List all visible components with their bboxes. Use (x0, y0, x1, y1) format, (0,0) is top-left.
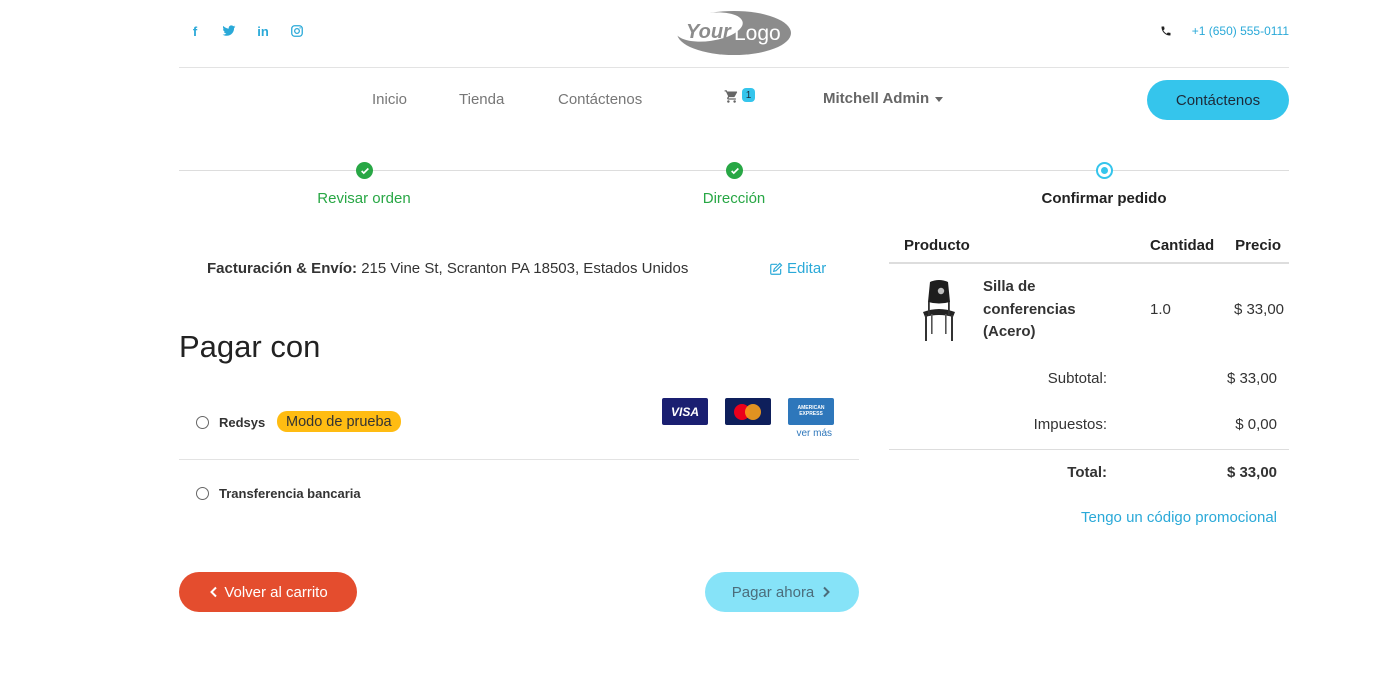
linkedin-icon[interactable]: in (255, 23, 271, 39)
product-qty: 1.0 (1150, 301, 1171, 318)
billing-label: Facturación & Envío: (207, 260, 358, 277)
product-price: $ 33,00 (1233, 301, 1284, 318)
edit-address-link[interactable]: Editar (769, 260, 826, 277)
billing-address: 215 Vine St, Scranton PA 18503, Estados … (361, 260, 689, 277)
col-header-qty: Cantidad (1150, 237, 1215, 254)
mastercard-icon (725, 398, 771, 425)
radio-redsys[interactable] (196, 416, 209, 429)
chevron-down-icon (935, 96, 944, 102)
logo-text-logo: Logo (734, 22, 781, 45)
cart-count-badge: 1 (742, 88, 755, 102)
step-revisar-orden[interactable]: Revisar orden (264, 190, 464, 207)
total-value: $ 33,00 (1226, 464, 1277, 481)
twitter-icon[interactable] (221, 23, 237, 39)
logo[interactable]: Your Logo (675, 10, 792, 56)
edit-label[interactable]: Editar (787, 260, 826, 277)
phone-number[interactable]: +1 (650) 555-0111 (1192, 24, 1289, 38)
step-confirmar-pedido: Confirmar pedido (1041, 190, 1167, 207)
card-icons: VISA AMERICAN EXPRESS (662, 398, 834, 425)
social-links: f in (187, 23, 305, 39)
radio-transfer[interactable] (196, 487, 209, 500)
chevron-left-icon (210, 586, 218, 598)
nav-item-inicio[interactable]: Inicio (372, 91, 407, 108)
taxes-value: $ 0,00 (1235, 416, 1277, 433)
phone-icon (1161, 26, 1171, 36)
cart-icon[interactable] (724, 89, 739, 109)
payment-divider (179, 459, 859, 460)
visa-icon: VISA (662, 398, 708, 425)
step-done-check-icon (726, 162, 743, 179)
phone-contact[interactable]: +1 (650) 555-0111 (1160, 24, 1289, 38)
step-direccion[interactable]: Dirección (634, 190, 834, 207)
promo-code-link[interactable]: Tengo un código promocional (1081, 509, 1277, 526)
billing-shipping-info: Facturación & Envío: 215 Vine St, Scrant… (207, 260, 688, 277)
total-label: Total: (1067, 464, 1107, 481)
pay-now-button[interactable]: Pagar ahora (705, 572, 859, 612)
nav-item-contactenos[interactable]: Contáctenos (558, 91, 642, 108)
nav-item-tienda[interactable]: Tienda (459, 91, 504, 108)
chevron-right-icon (823, 586, 831, 598)
see-more-link[interactable]: ver más (796, 428, 832, 439)
user-menu[interactable]: Mitchell Admin (823, 90, 944, 107)
facebook-icon[interactable]: f (187, 23, 203, 39)
col-header-product: Producto (904, 237, 970, 254)
payment-name-redsys[interactable]: Redsys (219, 415, 265, 430)
contact-button[interactable]: Contáctenos (1147, 80, 1289, 120)
step-done-check-icon (356, 162, 373, 179)
logo-text-your: Your (686, 21, 732, 43)
subtotal-value: $ 33,00 (1226, 370, 1277, 387)
back-to-cart-button[interactable]: Volver al carrito (179, 572, 357, 612)
total-divider (889, 449, 1289, 450)
product-name[interactable]: Silla de conferencias (Acero) (983, 276, 1113, 344)
product-image-chair (917, 278, 961, 342)
taxes-label: Impuestos: (1033, 416, 1107, 433)
test-mode-badge: Modo de prueba (277, 411, 401, 432)
edit-icon (770, 262, 783, 275)
col-header-price: Precio (1235, 237, 1281, 254)
amex-icon: AMERICAN EXPRESS (788, 398, 834, 425)
step-current-dot-icon (1096, 162, 1113, 179)
user-name: Mitchell Admin (823, 90, 930, 107)
subtotal-label: Subtotal: (1047, 370, 1107, 387)
back-to-cart-label: Volver al carrito (224, 583, 328, 601)
payment-name-transfer[interactable]: Transferencia bancaria (219, 486, 361, 501)
pay-now-label: Pagar ahora (731, 583, 815, 601)
header-divider (889, 262, 1289, 264)
instagram-icon[interactable] (289, 23, 305, 39)
pay-with-title: Pagar con (179, 329, 321, 364)
top-header: f in Your Logo +1 (650) 555-0111 (179, 0, 1289, 68)
